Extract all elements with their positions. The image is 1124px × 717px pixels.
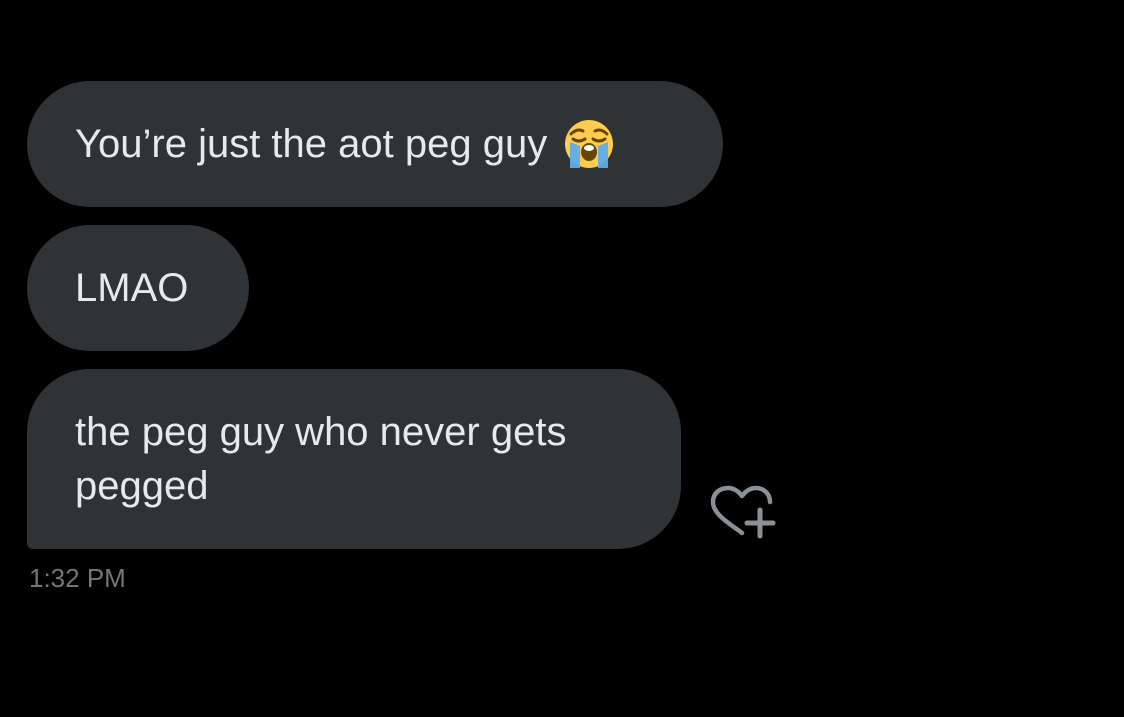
conversation-thread: You’re just the aot peg guy LMAO the peg… bbox=[0, 0, 1124, 717]
message-bubble[interactable]: You’re just the aot peg guy bbox=[27, 81, 723, 207]
add-reaction-button[interactable] bbox=[708, 484, 776, 544]
message-bubble[interactable]: LMAO bbox=[27, 225, 249, 351]
loudly-crying-face-emoji bbox=[565, 120, 614, 168]
heart-plus-icon bbox=[710, 485, 776, 539]
message-text: LMAO bbox=[75, 266, 189, 310]
message-timestamp: 1:32 PM bbox=[29, 563, 126, 593]
message-text: the peg guy who never gets pegged bbox=[75, 410, 567, 508]
message-bubble[interactable]: the peg guy who never gets pegged bbox=[27, 369, 681, 549]
message-text: You’re just the aot peg guy bbox=[75, 122, 548, 166]
